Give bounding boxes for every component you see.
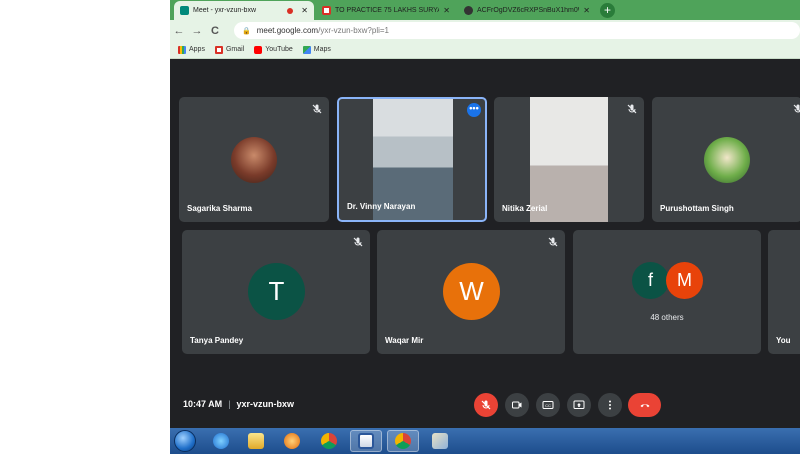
youtube-icon bbox=[254, 45, 263, 54]
bookmark-gmail[interactable]: Gmail bbox=[214, 45, 244, 54]
folder-icon bbox=[248, 433, 264, 449]
participant-name: Sagarika Sharma bbox=[187, 204, 252, 213]
media-player-icon bbox=[284, 433, 300, 449]
forward-arrow-icon[interactable]: → bbox=[188, 25, 206, 37]
avatar: f bbox=[632, 262, 669, 299]
taskbar-file-explorer[interactable] bbox=[240, 430, 272, 452]
close-tab-icon[interactable]: ✕ bbox=[583, 6, 590, 15]
participant-name: You bbox=[776, 336, 791, 345]
muted-mic-icon bbox=[792, 102, 800, 114]
bookmark-youtube[interactable]: YouTube bbox=[254, 45, 293, 54]
url-path: /yxr-vzun-bxw?pli=1 bbox=[318, 26, 390, 35]
maps-pin-icon bbox=[302, 45, 311, 54]
lock-icon: 🔒 bbox=[242, 27, 251, 35]
avatar: T bbox=[248, 263, 305, 320]
address-bar[interactable]: 🔒 meet.google.com/yxr-vzun-bxw?pli=1 bbox=[234, 22, 800, 39]
avatar bbox=[231, 137, 277, 183]
participant-tile-sagarika[interactable]: Sagarika Sharma bbox=[179, 97, 329, 222]
muted-mic-icon bbox=[352, 235, 364, 247]
participant-tile-tanya[interactable]: T Tanya Pandey bbox=[182, 230, 370, 354]
participant-tile-waqar[interactable]: W Waqar Mir bbox=[377, 230, 565, 354]
document-icon bbox=[358, 433, 374, 449]
tab-practice[interactable]: TO PRACTICE 75 LAKHS SURYA N ✕ bbox=[316, 1, 456, 20]
chrome-icon bbox=[321, 433, 337, 449]
taskbar-word[interactable] bbox=[350, 430, 382, 452]
participant-tile-vinny[interactable]: ••• Dr. Vinny Narayan bbox=[337, 97, 487, 222]
participant-name: Waqar Mir bbox=[385, 336, 424, 345]
hang-up-icon bbox=[640, 404, 649, 408]
bookmarks-bar: Apps Gmail YouTube Maps bbox=[170, 41, 800, 59]
chrome-icon bbox=[395, 433, 411, 449]
tab-title: TO PRACTICE 75 LAKHS SURYA N bbox=[335, 7, 440, 14]
meeting-code: yxr-vzun-bxw bbox=[236, 399, 295, 409]
meeting-info: 10:47 AM | yxr-vzun-bxw bbox=[183, 399, 294, 409]
taskbar-media-player[interactable] bbox=[276, 430, 308, 452]
avatar: M bbox=[666, 262, 703, 299]
internet-explorer-icon bbox=[213, 433, 229, 449]
gmail-icon bbox=[214, 45, 223, 54]
muted-mic-icon bbox=[481, 400, 491, 410]
participant-name: Dr. Vinny Narayan bbox=[347, 202, 416, 211]
camera-icon bbox=[512, 401, 522, 409]
divider: | bbox=[228, 399, 231, 409]
close-tab-icon[interactable]: ✕ bbox=[443, 6, 450, 15]
recording-indicator-icon bbox=[287, 7, 294, 14]
microphone-toggle-button[interactable] bbox=[474, 393, 498, 417]
browser-tab-strip: Meet - yxr-vzun-bxw ✕ TO PRACTICE 75 LAK… bbox=[170, 0, 800, 20]
back-arrow-icon[interactable]: ← bbox=[170, 25, 188, 37]
apps-grid-icon bbox=[178, 45, 186, 54]
new-tab-button[interactable]: + bbox=[600, 3, 615, 18]
self-tile[interactable]: You bbox=[768, 230, 800, 354]
others-tile[interactable]: f M 48 others bbox=[573, 230, 761, 354]
captions-button[interactable]: CC bbox=[536, 393, 560, 417]
participant-tile-nitika[interactable]: Nitika Zerial bbox=[494, 97, 644, 222]
reload-icon[interactable]: C bbox=[206, 25, 224, 37]
muted-mic-icon bbox=[626, 102, 638, 114]
muted-mic-icon bbox=[547, 235, 559, 247]
participant-name: Nitika Zerial bbox=[502, 204, 548, 213]
more-options-icon[interactable]: ••• bbox=[467, 103, 481, 117]
taskbar-paint[interactable] bbox=[424, 430, 456, 452]
meeting-time: 10:47 AM bbox=[183, 399, 223, 409]
taskbar-chrome[interactable] bbox=[313, 430, 345, 452]
desktop-screen: Meet - yxr-vzun-bxw ✕ TO PRACTICE 75 LAK… bbox=[170, 0, 800, 454]
url-host: meet.google.com bbox=[256, 26, 319, 35]
taskbar-chrome-active[interactable] bbox=[387, 430, 419, 452]
browser-toolbar: ← → C 🔒 meet.google.com/yxr-vzun-bxw?pli… bbox=[170, 20, 800, 41]
avatar bbox=[704, 137, 750, 183]
participant-name: Tanya Pandey bbox=[190, 336, 244, 345]
more-options-button[interactable] bbox=[598, 393, 622, 417]
bookmark-maps[interactable]: Maps bbox=[302, 45, 331, 54]
camera-toggle-button[interactable] bbox=[505, 393, 529, 417]
gmail-icon bbox=[322, 6, 331, 15]
tab-title: Meet - yxr-vzun-bxw bbox=[193, 7, 257, 14]
tab-title: ACFrOgDVZ6cRXPSnBuX1hm0W bbox=[477, 7, 580, 14]
globe-icon bbox=[464, 6, 473, 15]
kebab-menu-icon bbox=[609, 400, 611, 410]
windows-taskbar bbox=[170, 428, 800, 454]
windows-start-icon[interactable] bbox=[174, 430, 196, 452]
others-count-label: 48 others bbox=[650, 313, 684, 322]
svg-text:CC: CC bbox=[545, 403, 551, 408]
leave-call-button[interactable] bbox=[628, 393, 661, 417]
tab-meet[interactable]: Meet - yxr-vzun-bxw ✕ bbox=[174, 1, 314, 20]
close-tab-icon[interactable]: ✕ bbox=[301, 6, 308, 15]
muted-mic-icon bbox=[311, 102, 323, 114]
paint-icon bbox=[432, 433, 448, 449]
participant-name: Purushottam Singh bbox=[660, 204, 734, 213]
present-screen-icon bbox=[573, 400, 585, 409]
taskbar-internet-explorer[interactable] bbox=[205, 430, 237, 452]
avatar: W bbox=[443, 263, 500, 320]
bookmark-apps[interactable]: Apps bbox=[178, 45, 205, 54]
tab-document[interactable]: ACFrOgDVZ6cRXPSnBuX1hm0W ✕ bbox=[458, 1, 596, 20]
present-screen-button[interactable] bbox=[567, 393, 591, 417]
participant-tile-purushottam[interactable]: Purushottam Singh bbox=[652, 97, 800, 222]
google-meet-icon bbox=[180, 6, 189, 15]
closed-captions-icon: CC bbox=[542, 401, 554, 409]
